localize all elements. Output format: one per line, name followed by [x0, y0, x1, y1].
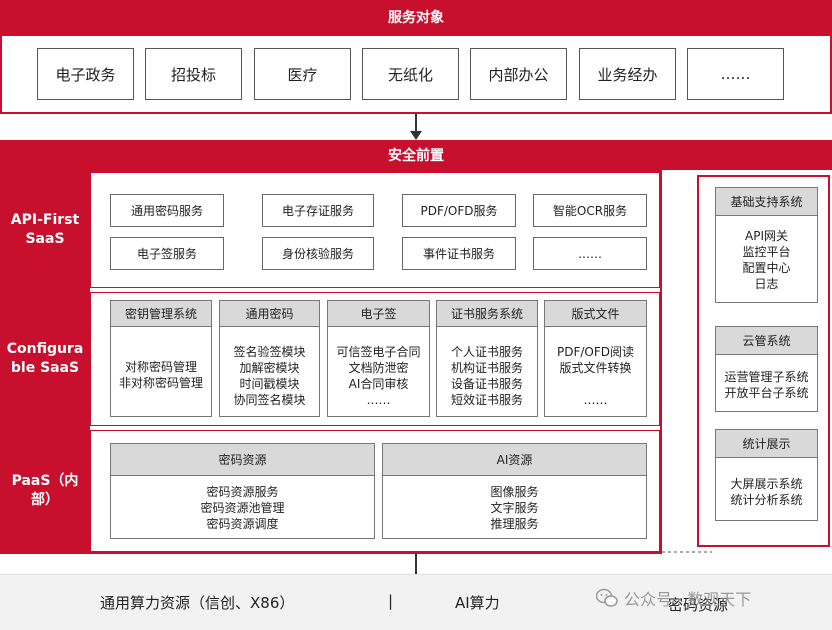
module-line: 时间戳模块: [239, 377, 300, 391]
watermark: 公众号 · 数观天下: [596, 586, 751, 610]
api-service-box: 身份核验服务: [262, 237, 374, 270]
module-line: 版式文件转换: [559, 361, 632, 375]
module-title: 版式文件: [545, 301, 646, 327]
side-line: API网关: [745, 229, 788, 243]
api-service-box: PDF/OFD服务: [402, 194, 516, 227]
module-line: 设备证书服务: [450, 377, 523, 391]
side-line: 开放平台子系统: [724, 386, 809, 400]
api-service-box: 通用密码服务: [110, 194, 224, 227]
resource-line: 图像服务: [490, 485, 539, 499]
module-line: 对称密码管理: [124, 360, 197, 374]
service-target-header: 服务对象: [0, 0, 832, 34]
module-line: ……: [366, 393, 391, 407]
resource-line: 密码资源服务: [206, 485, 279, 499]
module-line: 加解密模块: [239, 361, 300, 375]
module-title: 密钥管理系统: [111, 301, 211, 327]
module-line: 个人证书服务: [450, 345, 523, 359]
side-line: 配置中心: [742, 261, 791, 275]
module-line: [545, 376, 646, 392]
compute-general: 通用算力资源（信创、X86）: [100, 594, 295, 612]
wechat-icon: [596, 588, 618, 607]
api-service-box: 智能OCR服务: [533, 194, 647, 227]
side-line: 监控平台: [742, 245, 791, 259]
security-front-title: 安全前置: [388, 148, 444, 164]
module-line: 文档防泄密: [348, 361, 409, 375]
bottom-separator: |: [388, 592, 394, 610]
resource-ai-body: 图像服务 文字服务 推理服务: [382, 476, 647, 539]
service-item: ……: [687, 48, 784, 100]
side-box-title: 基础支持系统: [716, 188, 817, 216]
api-service-box: 事件证书服务: [402, 237, 516, 270]
module-line: 短效证书服务: [450, 393, 523, 407]
module-title: 证书服务系统: [437, 301, 537, 327]
api-first-panel: [90, 172, 660, 288]
side-box-statistics: 统计展示 大屏展示系统 统计分析系统: [715, 429, 818, 521]
module-general-crypto: 通用密码 签名验签模块 加解密模块 时间戳模块 协同签名模块: [219, 300, 320, 417]
side-box-cloud-management: 云管系统 运营管理子系统 开放平台子系统: [715, 326, 818, 412]
module-e-sign: 电子签 可信签电子合同 文档防泄密 AI合同审核 ……: [327, 300, 430, 417]
paas-label: PaaS（内部）: [0, 428, 90, 554]
module-title: 通用密码: [220, 301, 319, 327]
service-item: 业务经办: [579, 48, 676, 100]
module-title: 电子签: [328, 301, 429, 327]
resource-crypto-header: 密码资源: [110, 443, 375, 476]
api-service-box: ……: [533, 237, 647, 270]
side-box-title: 统计展示: [716, 430, 817, 458]
module-line: AI合同审核: [348, 377, 409, 391]
service-item: 内部办公: [470, 48, 567, 100]
side-line: 统计分析系统: [730, 493, 803, 507]
side-box-basic-support: 基础支持系统 API网关 监控平台 配置中心 日志: [715, 187, 818, 303]
resource-crypto-body: 密码资源服务 密码资源池管理 密码资源调度: [110, 476, 375, 539]
side-line: 日志: [754, 277, 779, 291]
resource-line: 文字服务: [490, 501, 539, 515]
module-line: 机构证书服务: [450, 361, 523, 375]
module-line: 非对称密码管理: [118, 376, 203, 390]
module-line: ……: [583, 393, 608, 407]
compute-ai: AI算力: [455, 594, 500, 612]
module-line: PDF/OFD阅读: [556, 345, 634, 359]
security-front-header: 安全前置: [0, 140, 832, 170]
service-item: 招投标: [145, 48, 242, 100]
resource-line: 密码资源调度: [206, 517, 279, 531]
module-line: 协同签名模块: [233, 393, 306, 407]
watermark-text: 公众号 · 数观天下: [624, 590, 752, 609]
module-layout-document: 版式文件 PDF/OFD阅读 版式文件转换 ……: [544, 300, 647, 417]
side-line: 运营管理子系统: [724, 370, 809, 384]
service-target-title: 服务对象: [388, 10, 444, 26]
module-certificate-service: 证书服务系统 个人证书服务 机构证书服务 设备证书服务 短效证书服务: [436, 300, 538, 417]
module-line: 可信签电子合同: [336, 345, 421, 359]
bottom-connector-line: [415, 554, 417, 574]
configurable-label: Configurable SaaS: [0, 290, 90, 428]
resource-line: 密码资源池管理: [200, 501, 285, 515]
side-line: 大屏展示系统: [730, 477, 803, 491]
service-item: 电子政务: [37, 48, 134, 100]
api-service-box: 电子存证服务: [262, 194, 374, 227]
module-key-management: 密钥管理系统 对称密码管理 非对称密码管理: [110, 300, 212, 417]
dashed-connector-icon: [662, 551, 712, 553]
resource-line: 推理服务: [490, 517, 539, 531]
api-service-box: 电子签服务: [110, 237, 224, 270]
connector-arrow-icon: [410, 114, 422, 140]
side-box-title: 云管系统: [716, 327, 817, 355]
resource-ai-header: AI资源: [382, 443, 647, 476]
service-item: 医疗: [254, 48, 351, 100]
api-first-label: API-First SaaS: [0, 170, 90, 290]
service-item: 无纸化: [362, 48, 459, 100]
module-line: 签名验签模块: [233, 345, 306, 359]
